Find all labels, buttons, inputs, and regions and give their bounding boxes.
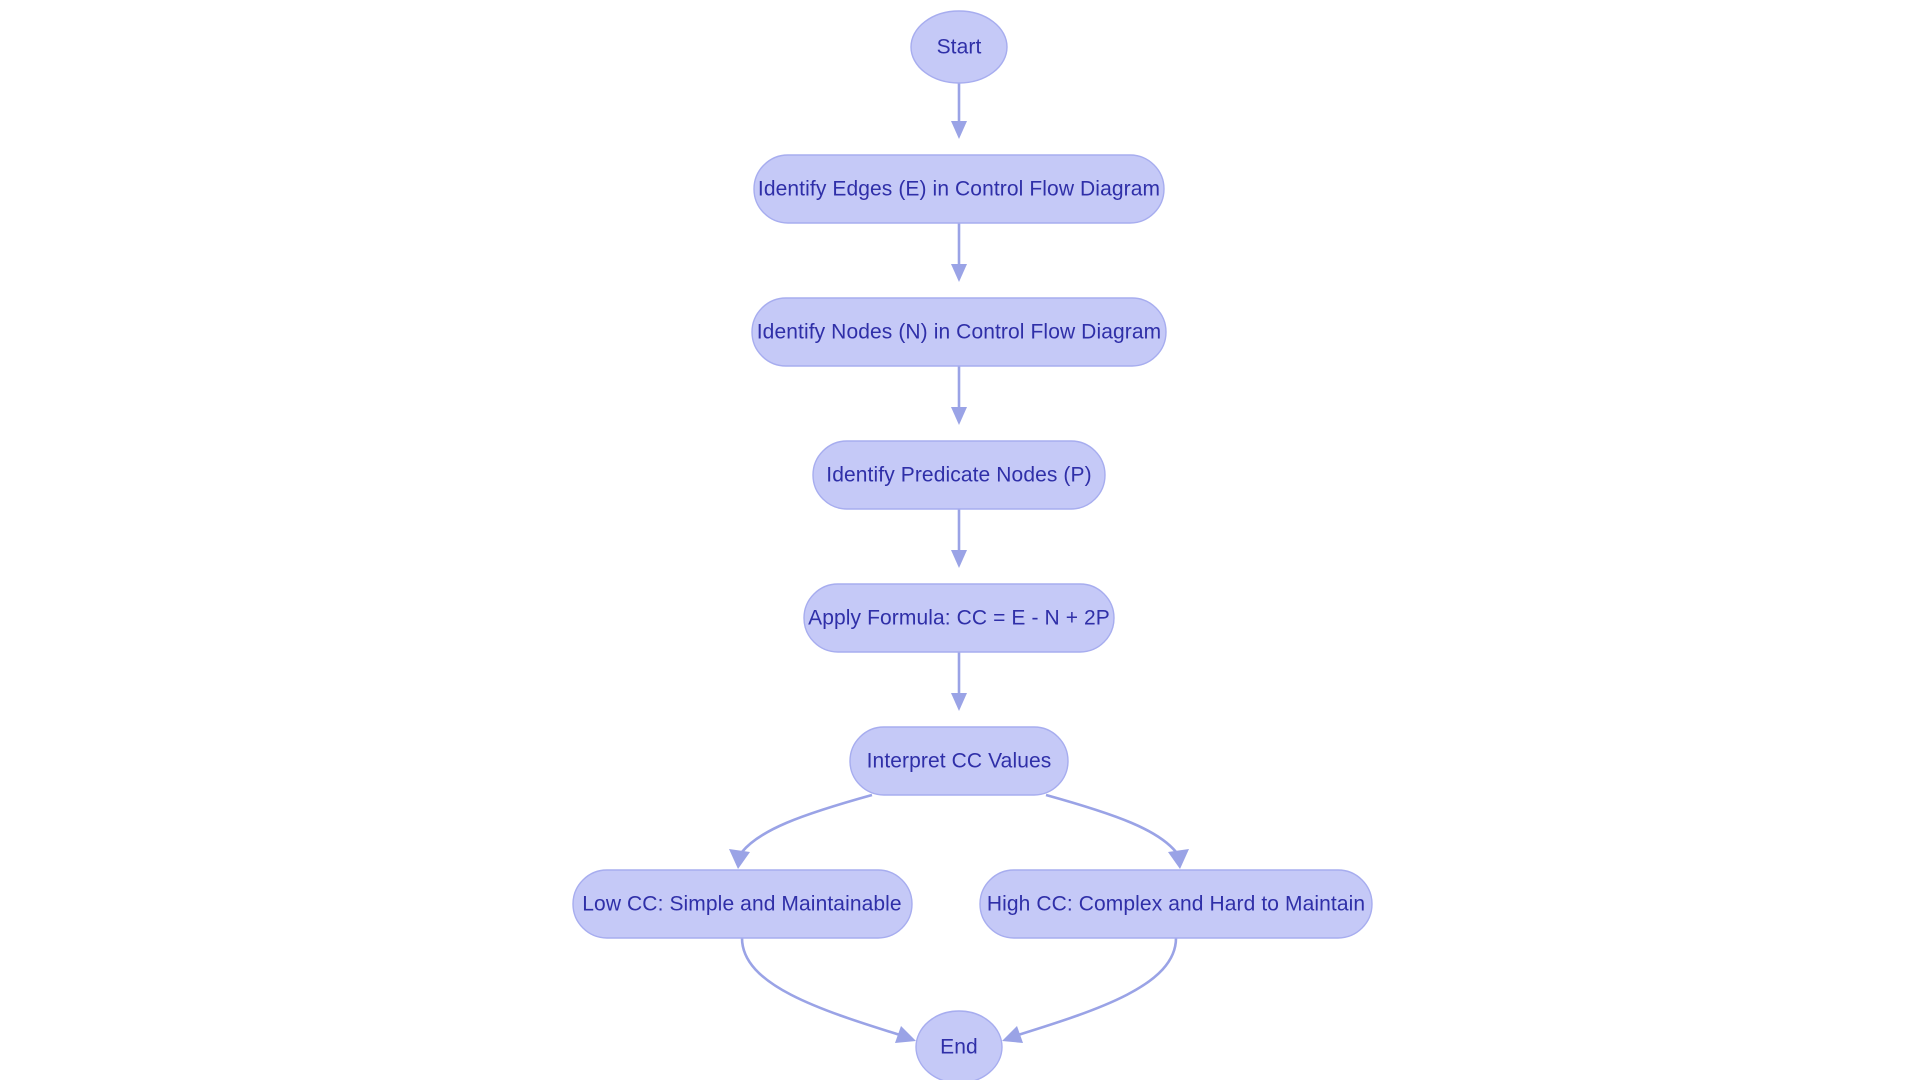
node-high-cc[interactable]: High CC: Complex and Hard to Maintain [979,869,1373,939]
connector-low-cc-to-end [740,937,916,1043]
node-apply-formula[interactable]: Apply Formula: CC = E - N + 2P [803,583,1115,653]
connector-high-cc-to-end [1002,937,1178,1043]
connector-predicates-to-formula [951,509,967,568]
connector-interpret-to-high-cc [1045,793,1189,869]
node-identify-predicates[interactable]: Identify Predicate Nodes (P) [812,440,1106,510]
connector-interpret-to-low-cc [729,793,873,869]
node-interpret-cc[interactable]: Interpret CC Values [849,726,1069,796]
node-end[interactable]: End [915,1010,1003,1080]
flowchart-canvas: Start Identify Edges (E) in Control Flow… [0,0,1920,1080]
connector-formula-to-interpret [951,652,967,711]
node-low-cc[interactable]: Low CC: Simple and Maintainable [572,869,913,939]
node-start[interactable]: Start [910,10,1008,84]
node-identify-edges[interactable]: Identify Edges (E) in Control Flow Diagr… [753,154,1165,224]
node-identify-nodes[interactable]: Identify Nodes (N) in Control Flow Diagr… [751,297,1167,367]
connector-edges-to-nodes [951,223,967,282]
connector-nodes-to-predicates [951,366,967,425]
flowchart-svg: Start Identify Edges (E) in Control Flow… [572,10,1373,1080]
connector-start-to-edges [951,83,967,139]
